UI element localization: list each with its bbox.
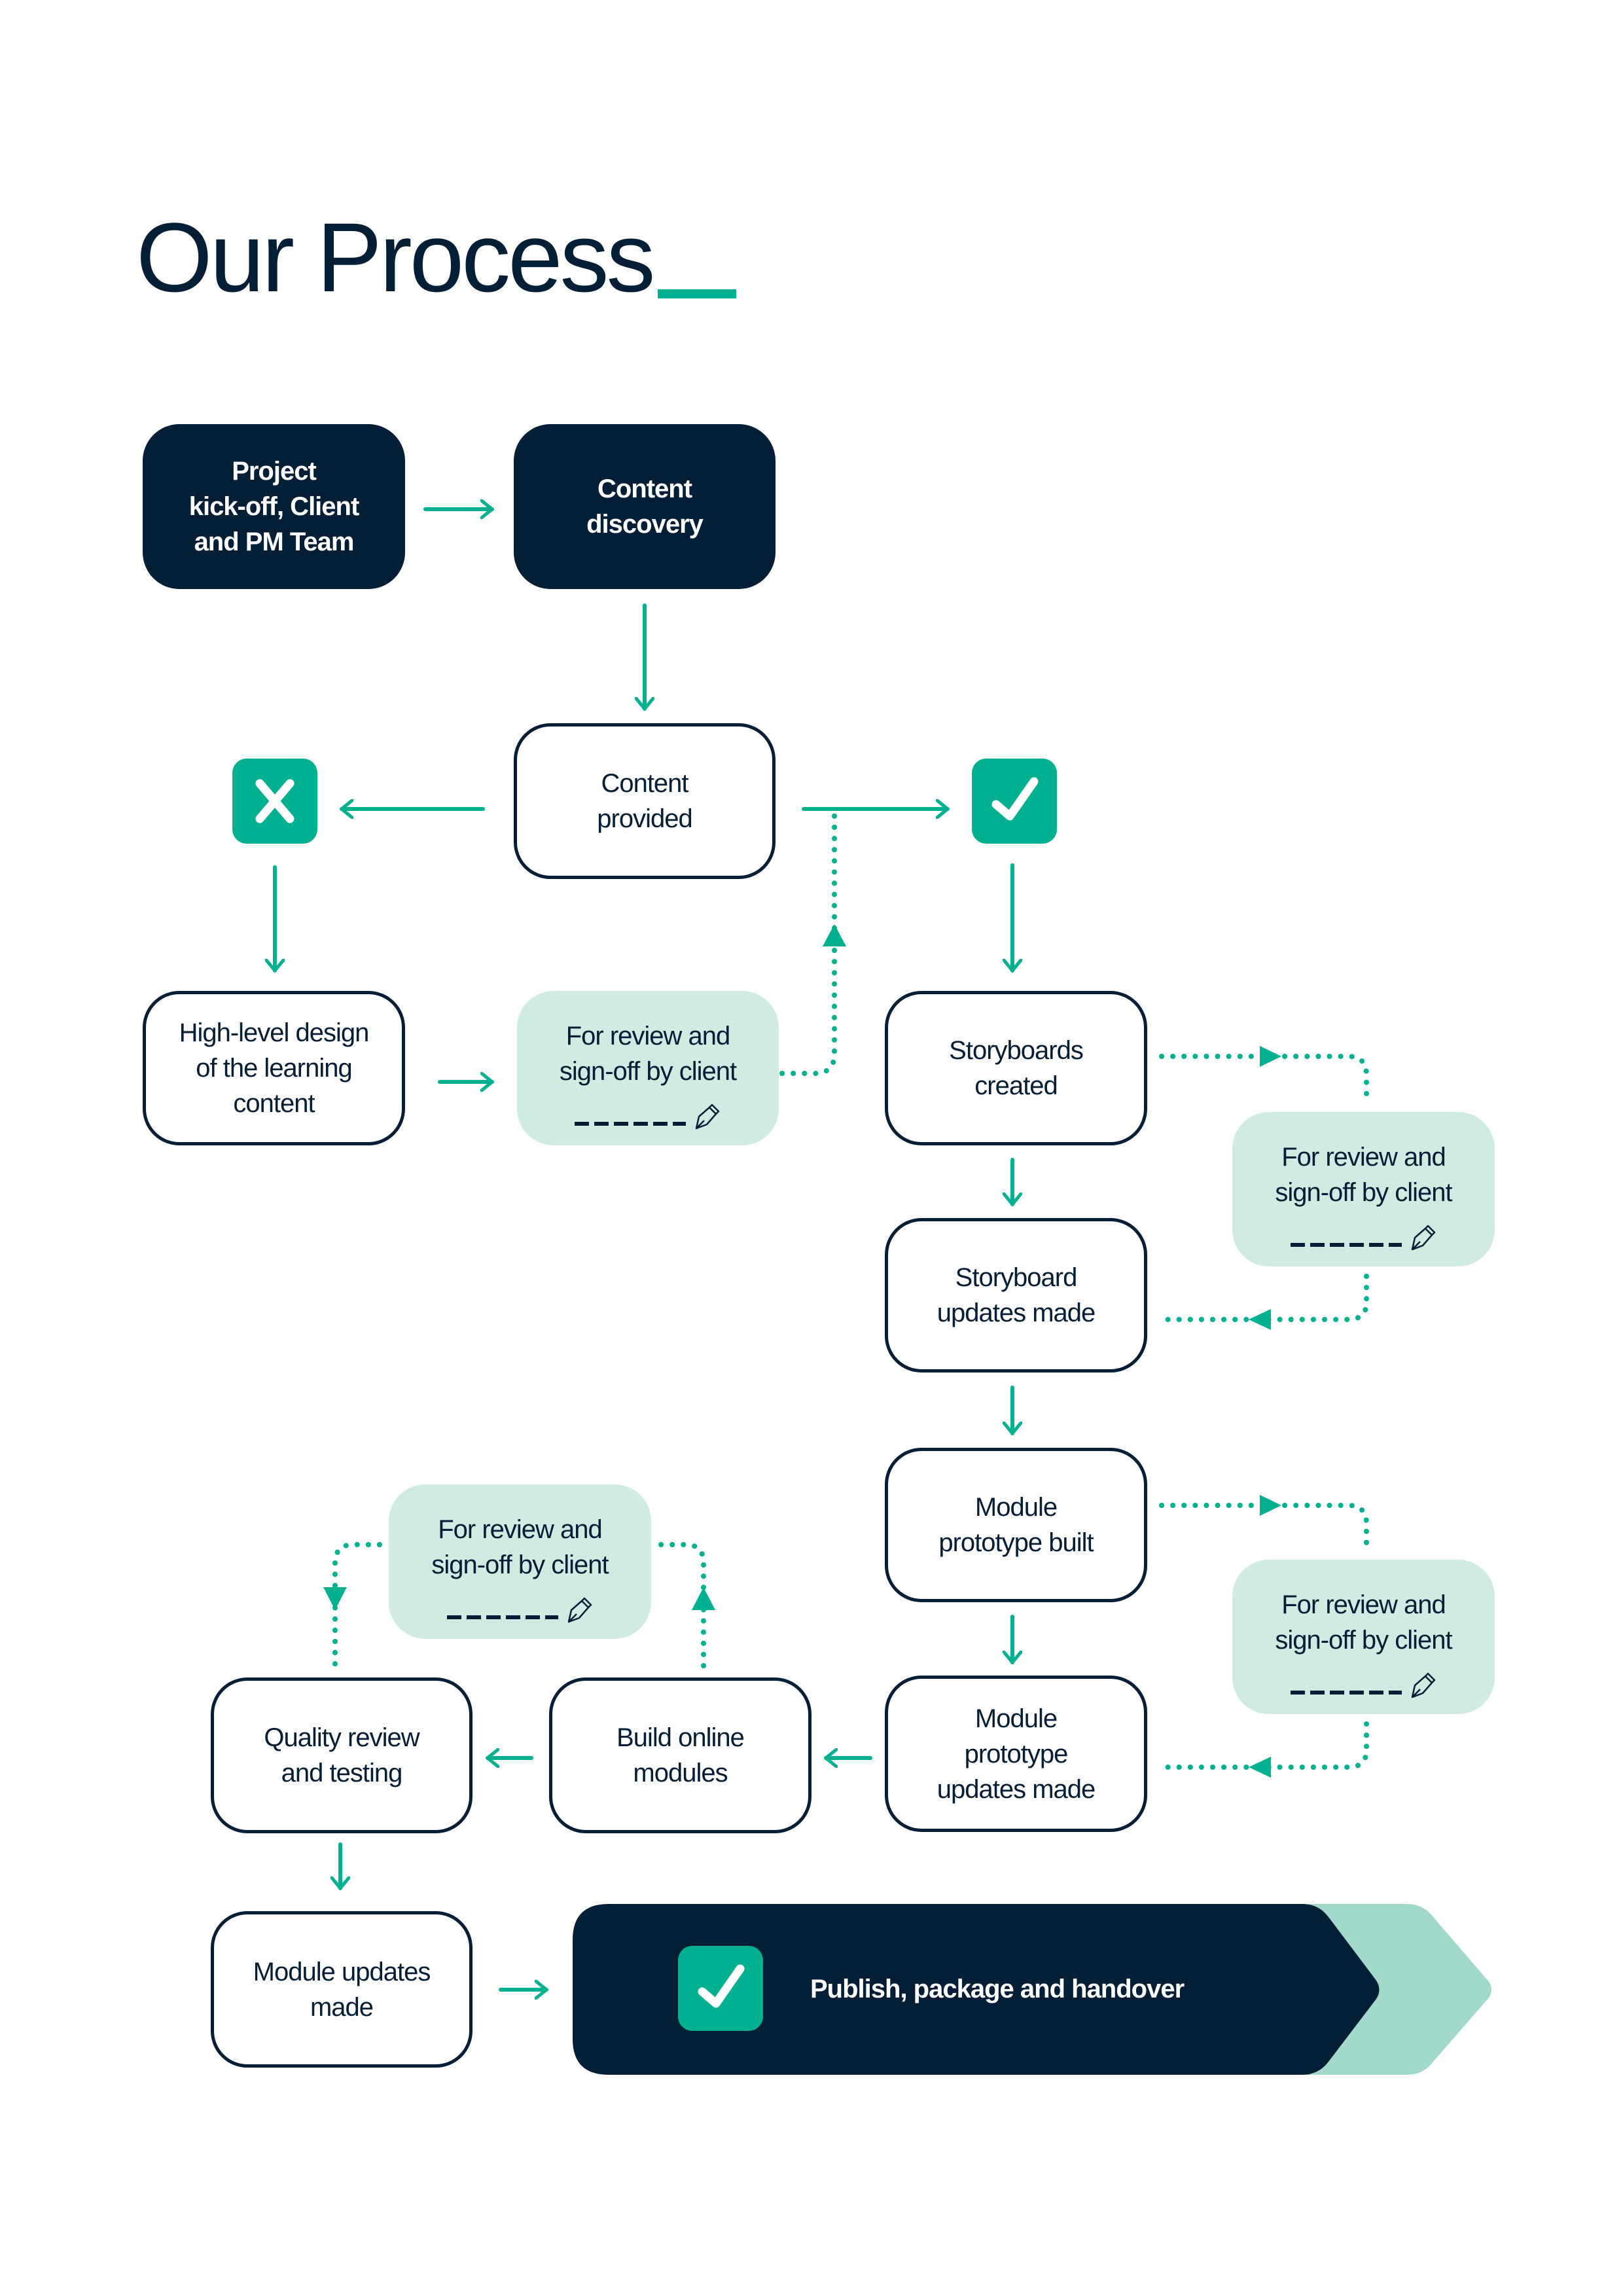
node-label-line: kick-off, Client: [188, 492, 360, 521]
pen-nib-icon: [1411, 1672, 1435, 1698]
signature-dashes: [1290, 1691, 1402, 1695]
pen-nib-icon: [695, 1103, 720, 1130]
signature-dashes: [1290, 1243, 1402, 1247]
triangle-up-review4: [692, 1587, 715, 1610]
review-box-build: For review and sign-off by client: [389, 1484, 651, 1639]
review-label-line: sign-off by client: [559, 1057, 737, 1086]
node-label-line: of the learning: [196, 1054, 353, 1083]
page-title: Our Process: [136, 202, 656, 312]
banner-check-icon: [678, 1946, 763, 2031]
node-label-line: Content: [601, 769, 688, 798]
node-project-kickoff: Project kick-off, Client and PM Team: [143, 424, 405, 589]
node-storyboard-updates: Storyboard updates made: [885, 1218, 1147, 1372]
node-label-line: and PM Team: [194, 528, 355, 556]
signature-line: [1290, 1671, 1437, 1700]
review-label-line: sign-off by client: [431, 1551, 609, 1579]
node-quality-review: Quality review and testing: [211, 1677, 473, 1833]
node-label-line: Quality review: [264, 1723, 419, 1752]
review-box-prototype: For review and sign-off by client: [1232, 1560, 1495, 1714]
node-storyboards-created: Storyboards created: [885, 991, 1147, 1145]
dotted-review2-to-storyboard-updates: [1159, 1274, 1369, 1322]
node-label-line: made: [310, 1992, 374, 2022]
node-module-prototype-built: Module prototype built: [885, 1448, 1147, 1602]
node-label-line: discovery: [586, 510, 704, 539]
triangle-left-review3: [1249, 1757, 1271, 1778]
triangle-left-review2: [1249, 1309, 1271, 1330]
check-icon: [972, 759, 1057, 844]
node-content-provided: Content provided: [514, 723, 776, 879]
node-label-line: provided: [597, 804, 692, 833]
node-label-line: content: [233, 1089, 315, 1118]
signature-line: [575, 1102, 721, 1131]
node-label-line: created: [974, 1071, 1058, 1100]
node-label-line: Project: [232, 457, 317, 486]
banner-tail: [1257, 1904, 1491, 2075]
node-label-line: prototype: [964, 1739, 1069, 1768]
dotted-prototype-to-review3: [1159, 1503, 1369, 1554]
node-module-prototype-updates: Module prototype updates made: [885, 1676, 1147, 1832]
node-label-line: Module updates: [253, 1957, 431, 1986]
node-label-line: Build online: [616, 1723, 745, 1752]
banner-label: Publish, package and handover: [810, 1975, 1185, 2003]
review-label-line: sign-off by client: [1275, 1626, 1452, 1655]
dotted-review3-to-prototype-updates: [1159, 1721, 1369, 1770]
node-label-line: updates made: [936, 1299, 1096, 1327]
triangle-down-review4: [323, 1587, 347, 1610]
x-icon: [232, 759, 317, 844]
signature-dashes: [446, 1615, 558, 1619]
dotted-review1-to-approve: [779, 812, 837, 1076]
node-label-line: High-level design: [179, 1018, 370, 1047]
review-label-line: For review and: [1281, 1143, 1446, 1172]
review-label-line: For review and: [1281, 1590, 1446, 1619]
review-box-storyboards: For review and sign-off by client: [1232, 1112, 1495, 1266]
dotted-review4-to-quality: [332, 1542, 382, 1668]
triangle-up-review1: [823, 924, 846, 946]
node-label-line: Module: [974, 1704, 1058, 1733]
review-label-line: sign-off by client: [1275, 1178, 1452, 1207]
title-accent-bar: [658, 289, 736, 298]
review-label-line: For review and: [438, 1515, 603, 1544]
review-label-line: For review and: [565, 1022, 731, 1050]
triangle-right-review2: [1260, 1046, 1281, 1067]
dotted-build-to-review4: [658, 1542, 706, 1668]
node-label-line: Module: [974, 1493, 1058, 1522]
node-label-line: Storyboard: [955, 1263, 1078, 1292]
node-build-online-modules: Build online modules: [549, 1677, 812, 1833]
node-label-line: modules: [633, 1759, 728, 1787]
triangle-right-review3: [1260, 1495, 1281, 1516]
node-label-line: Storyboards: [949, 1036, 1084, 1065]
node-label-line: prototype built: [938, 1528, 1094, 1557]
signature-line: [446, 1596, 594, 1624]
node-content-discovery: Content discovery: [514, 424, 776, 589]
pen-nib-icon: [567, 1597, 592, 1623]
dotted-storyboards-to-review2: [1159, 1054, 1369, 1106]
review-box-design: For review and sign-off by client: [517, 991, 779, 1145]
node-label-line: updates made: [936, 1774, 1096, 1804]
node-module-updates-made: Module updates made: [211, 1911, 473, 2068]
signature-dashes: [575, 1122, 686, 1126]
node-label-line: and testing: [281, 1759, 403, 1787]
node-label-line: Content: [597, 475, 692, 503]
pen-nib-icon: [1411, 1225, 1435, 1251]
node-high-level-design: High-level design of the learning conten…: [143, 991, 405, 1145]
signature-line: [1290, 1223, 1437, 1252]
